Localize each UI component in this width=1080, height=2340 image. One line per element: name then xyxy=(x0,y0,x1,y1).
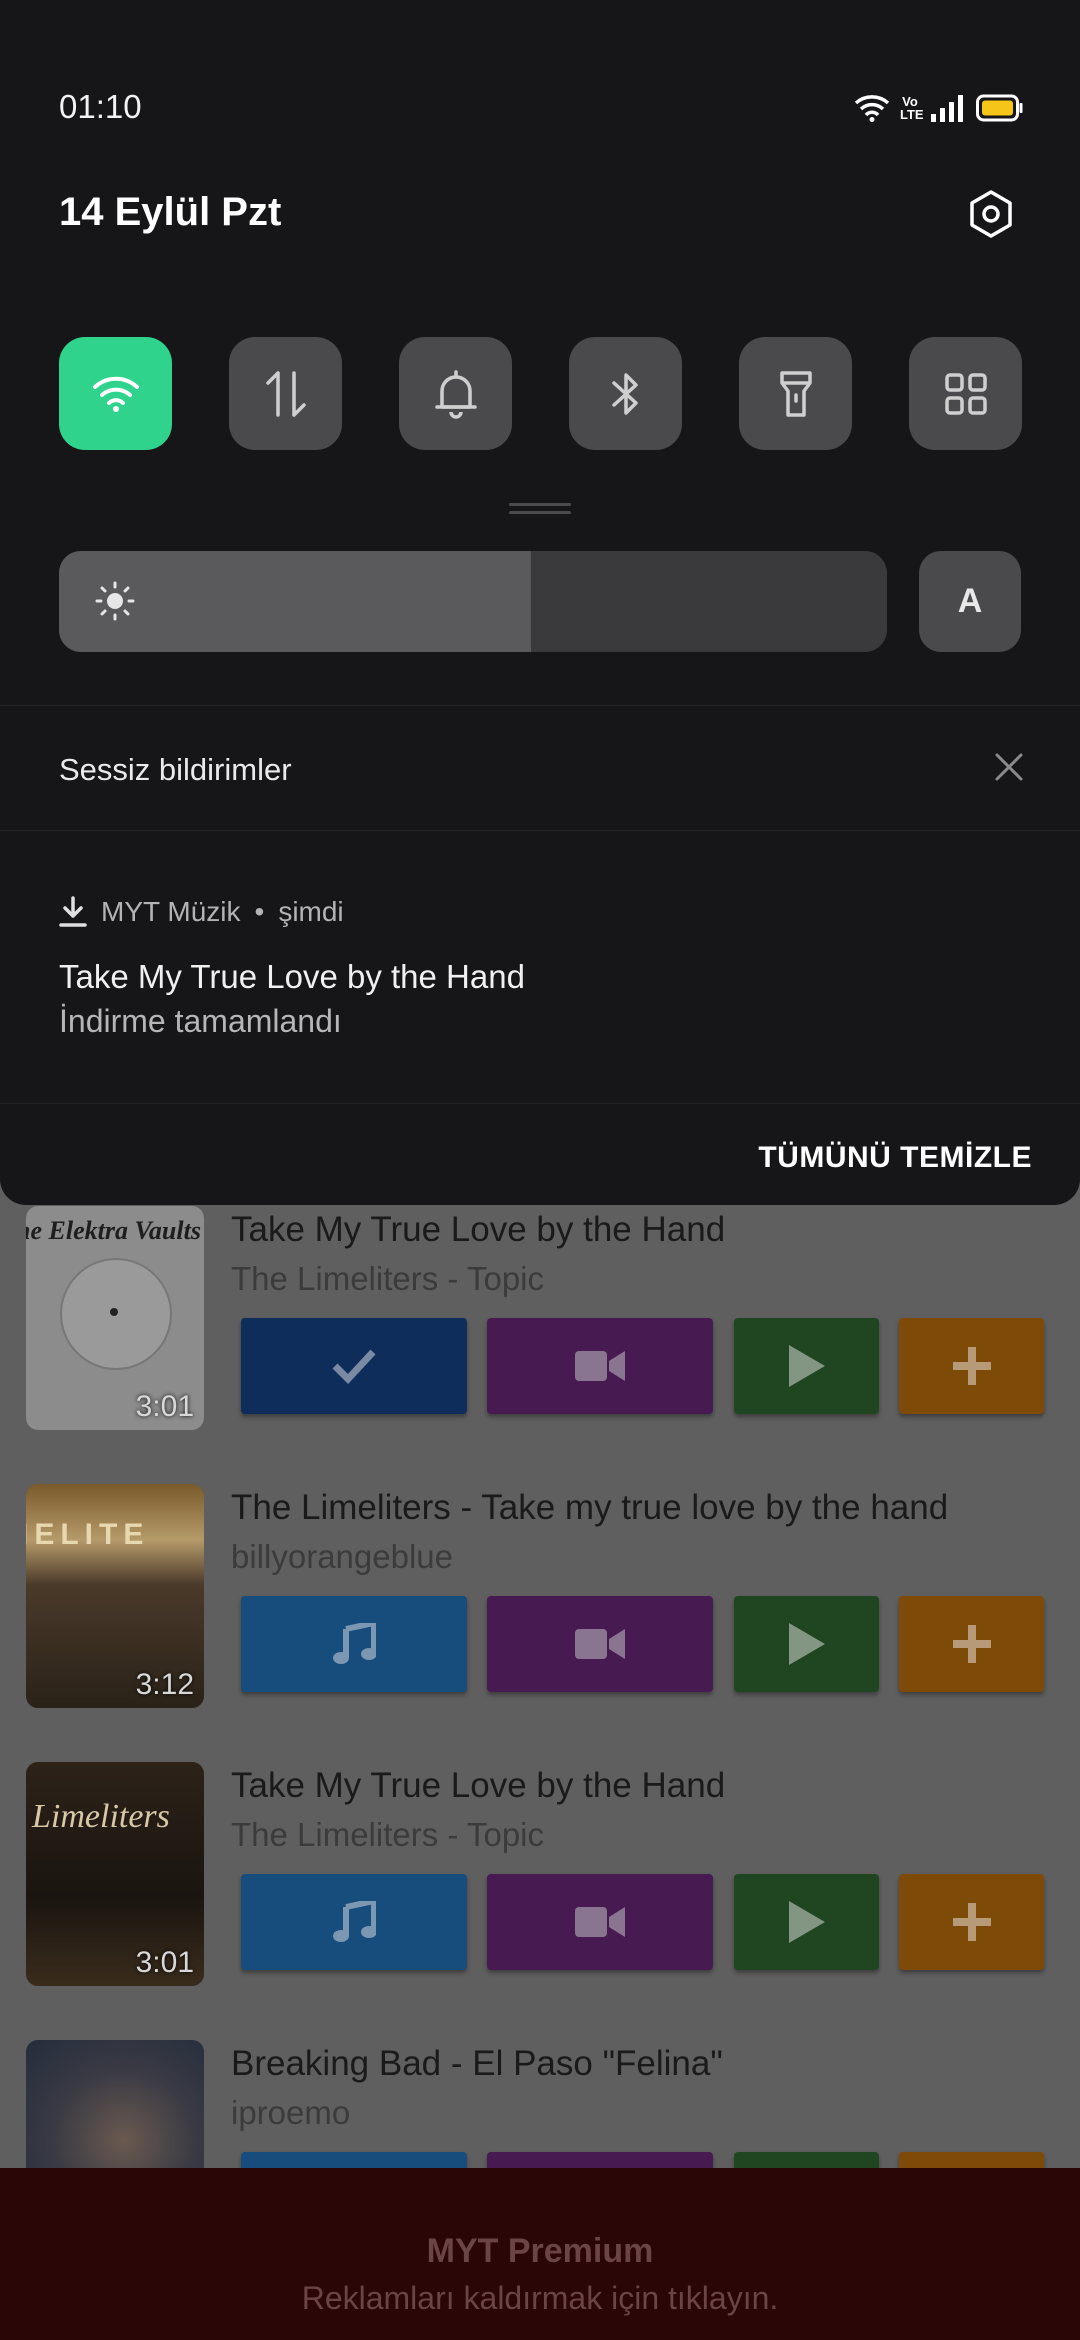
duration: 3:01 xyxy=(135,1946,194,1979)
notification-text: İndirme tamamlandı xyxy=(59,1003,342,1039)
duration: 3:12 xyxy=(135,1668,194,1701)
brightness-icon xyxy=(95,581,135,621)
play-button[interactable] xyxy=(734,1874,879,1970)
download-audio-button[interactable] xyxy=(241,1874,467,1970)
bell-icon xyxy=(434,369,477,419)
notification-time: şimdi xyxy=(278,896,344,927)
silent-notifications-label: Sessiz bildirimler xyxy=(59,752,292,787)
premium-subtitle: Reklamları kaldırmak için tıklayın. xyxy=(301,2280,779,2316)
download-audio-button[interactable] xyxy=(241,1596,467,1692)
brightness-slider[interactable] xyxy=(59,551,887,652)
drag-handle[interactable] xyxy=(509,503,571,515)
mobile-data-toggle[interactable] xyxy=(229,337,342,450)
list-item[interactable]: Limeliters 3:01 Take My True Love by the… xyxy=(0,1736,1080,2014)
battery-icon xyxy=(976,94,1023,122)
check-icon xyxy=(332,1349,376,1385)
sound-toggle[interactable] xyxy=(399,337,512,450)
downloaded-button[interactable] xyxy=(241,1318,467,1414)
flashlight-toggle[interactable] xyxy=(739,337,852,450)
song-title: The Limeliters - Take my true love by th… xyxy=(231,1488,949,1527)
thumbnail-art-text: IELITE xyxy=(26,1518,150,1551)
video-camera-icon xyxy=(575,1629,625,1659)
list-item[interactable]: IELITE 3:12 The Limeliters - Take my tru… xyxy=(0,1458,1080,1736)
thumbnail[interactable]: IELITE 3:12 xyxy=(26,1484,204,1708)
divider xyxy=(0,705,1080,706)
wifi-icon xyxy=(92,376,139,412)
premium-banner[interactable]: MYT Premium Reklamları kaldırmak için tı… xyxy=(0,2168,1080,2340)
plus-icon xyxy=(952,1903,991,1941)
data-arrows-icon xyxy=(265,370,306,417)
play-button[interactable] xyxy=(734,1318,879,1414)
more-settings-toggle[interactable] xyxy=(909,337,1022,450)
download-icon xyxy=(59,896,87,927)
clear-all-button[interactable]: TÜMÜNÜ TEMİZLE xyxy=(758,1141,1032,1175)
flashlight-icon xyxy=(779,370,812,417)
status-icons: Vo LTE xyxy=(854,88,1024,128)
add-button[interactable] xyxy=(899,1874,1044,1970)
thumbnail[interactable]: he Elektra Vaults Ger 3:01 xyxy=(26,1206,204,1430)
notification-title: Take My True Love by the Hand xyxy=(59,958,525,995)
thumbnail[interactable]: Limeliters 3:01 xyxy=(26,1762,204,1986)
thumbnail-art-text: he Elektra Vaults Ger xyxy=(26,1216,204,1245)
video-camera-icon xyxy=(575,1907,625,1937)
add-button[interactable] xyxy=(899,1318,1044,1414)
divider xyxy=(0,1103,1080,1104)
premium-title: MYT Premium xyxy=(426,2232,654,2270)
video-button[interactable] xyxy=(487,1596,713,1692)
signal-icon xyxy=(931,95,963,122)
bluetooth-toggle[interactable] xyxy=(569,337,682,450)
gear-icon[interactable] xyxy=(966,189,1016,239)
play-button[interactable] xyxy=(734,1596,879,1692)
plus-icon xyxy=(952,1347,991,1385)
notification-separator: • xyxy=(254,896,265,927)
date-label: 14 Eylül Pzt xyxy=(59,190,282,234)
song-title: Breaking Bad - El Paso "Felina" xyxy=(231,2044,723,2083)
auto-brightness-button[interactable]: A xyxy=(919,551,1021,652)
wifi-status-icon xyxy=(854,95,890,122)
add-button[interactable] xyxy=(899,1596,1044,1692)
music-note-icon xyxy=(333,1901,376,1942)
list-item[interactable]: he Elektra Vaults Ger 3:01 Take My True … xyxy=(0,1180,1080,1458)
song-title: Take My True Love by the Hand xyxy=(231,1210,726,1249)
video-button[interactable] xyxy=(487,1318,713,1414)
wifi-toggle[interactable] xyxy=(59,337,172,450)
notification-header: MYT Müzik • şimdi xyxy=(59,892,344,932)
grid-icon xyxy=(944,372,987,415)
plus-icon xyxy=(952,1625,991,1663)
close-icon[interactable] xyxy=(994,752,1024,782)
song-title: Take My True Love by the Hand xyxy=(231,1766,726,1805)
bluetooth-icon xyxy=(611,372,638,415)
music-note-icon xyxy=(333,1623,376,1664)
notification-shade: 01:10 Vo LTE 14 Eylül Pzt A Sessiz bildi… xyxy=(0,0,1080,1205)
thumbnail-art-text: Limeliters xyxy=(32,1798,170,1835)
video-button[interactable] xyxy=(487,1874,713,1970)
channel-name: iproemo xyxy=(231,2094,351,2131)
channel-name: The Limeliters - Topic xyxy=(231,1816,545,1853)
divider xyxy=(0,830,1080,831)
play-icon xyxy=(788,1901,825,1943)
channel-name: The Limeliters - Topic xyxy=(231,1260,545,1297)
status-time: 01:10 xyxy=(59,88,142,125)
play-icon xyxy=(788,1345,825,1387)
notification-app-name: MYT Müzik xyxy=(101,896,241,927)
volte-icon: Vo LTE xyxy=(900,94,924,122)
video-camera-icon xyxy=(575,1351,625,1381)
duration: 3:01 xyxy=(135,1390,194,1423)
channel-name: billyorangeblue xyxy=(231,1538,453,1575)
play-icon xyxy=(788,1623,825,1665)
